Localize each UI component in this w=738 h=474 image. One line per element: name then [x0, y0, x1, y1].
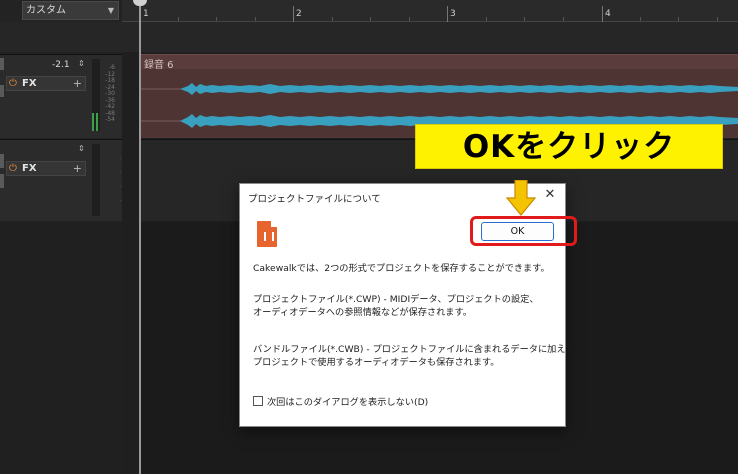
clip-title: 録音 6 [144, 60, 174, 71]
level-meter-right [96, 113, 98, 131]
ruler-mark: 2 [296, 9, 302, 19]
cakewalk-file-icon [257, 221, 277, 247]
track-pane: カスタム ▼ -2.1 ⇕ ⏻ FX + -6 -12 -18 -24 -30 [0, 0, 122, 474]
track-tab[interactable] [0, 174, 4, 188]
waveform-left [140, 73, 738, 105]
updown-icon[interactable]: ⇕ [78, 59, 85, 68]
power-icon[interactable]: ⏻ [9, 162, 17, 175]
chevron-down-icon: ▼ [107, 6, 114, 15]
ruler-tick [293, 6, 294, 22]
fx-bin[interactable]: ⏻ FX + [6, 76, 86, 91]
instruction-callout: OKをクリック [415, 124, 723, 169]
preset-label: カスタム [26, 5, 66, 16]
add-fx-icon[interactable]: + [73, 162, 82, 175]
track-tab[interactable] [0, 154, 4, 168]
dont-show-again-row[interactable]: 次回はこのダイアログを表示しない(D) [253, 394, 428, 408]
dont-show-again-label[interactable]: 次回はこのダイアログを表示しない(D) [267, 397, 428, 408]
updown-icon[interactable]: ⇕ [78, 144, 85, 153]
ruler-minor-tick [563, 17, 564, 21]
ruler-minor-tick [524, 17, 525, 21]
ruler-minor-tick [178, 17, 179, 21]
track-tab[interactable] [0, 58, 4, 70]
track-volume-value[interactable]: -2.1 [52, 60, 70, 70]
ruler-tick [447, 6, 448, 22]
fx-label: FX [22, 78, 37, 89]
ruler-tick [602, 6, 603, 22]
cwb-description-line1: バンドルファイル(*.CWB) - プロジェクトファイルに含まれるデータに加えて [253, 344, 575, 355]
waveform-left-graphic [140, 83, 738, 95]
ruler-minor-tick [486, 17, 487, 21]
add-fx-icon[interactable]: + [73, 77, 82, 90]
ok-highlight-box [470, 216, 577, 246]
power-icon[interactable]: ⏻ [9, 77, 17, 90]
time-ruler[interactable]: 1 2 3 4 [122, 0, 738, 22]
ruler-minor-tick [640, 17, 641, 21]
track-pane-empty [0, 222, 122, 474]
ruler-minor-tick [717, 17, 718, 21]
track-header-1[interactable]: -2.1 ⇕ ⏻ FX + -6 -12 -18 -24 -30 -36 -42… [0, 54, 122, 138]
close-icon[interactable]: ✕ [542, 187, 558, 203]
ruler-minor-tick [678, 17, 679, 21]
cwp-description-line2: オーディオデータへの参照情報などが保存されます。 [253, 307, 472, 318]
meter-panel [92, 144, 100, 216]
cwp-description-line1: プロジェクトファイル(*.CWP) - MIDIデータ、プロジェクトの設定、 [253, 294, 539, 305]
fx-bin[interactable]: ⏻ FX + [6, 161, 86, 176]
track-header-2[interactable]: ⇕ ⏻ FX + [0, 139, 122, 221]
ruler-minor-tick [332, 17, 333, 21]
ruler-mark: 4 [605, 9, 611, 19]
lane-header-strip [122, 22, 738, 52]
cwb-description-line2: プロジェクトで使用するオーディオデータも保存されます。 [253, 357, 500, 368]
fx-label: FX [22, 163, 37, 174]
ruler-minor-tick [216, 17, 217, 21]
ruler-minor-tick [255, 17, 256, 21]
down-arrow-icon [506, 180, 536, 216]
ruler-mark: 1 [143, 9, 149, 19]
ruler-minor-tick [370, 17, 371, 21]
ruler-minor-tick [409, 17, 410, 21]
dialog-intro-text: Cakewalkでは、2つの形式でプロジェクトを保存することができます。 [253, 263, 550, 274]
meter-scale-label: -54 [105, 116, 115, 123]
level-meter-left [92, 113, 94, 131]
track-tab[interactable] [0, 85, 4, 97]
workspace-preset-select[interactable]: カスタム ▼ [22, 1, 119, 20]
track-pane-header [0, 22, 122, 52]
meter-scale: -6 -12 -18 -24 -30 -36 -42 -48 -54 [101, 64, 115, 124]
daw-window: カスタム ▼ -2.1 ⇕ ⏻ FX + -6 -12 -18 -24 -30 [0, 0, 738, 474]
dont-show-again-checkbox[interactable] [253, 396, 263, 406]
clip-header[interactable] [140, 55, 738, 69]
dialog-title: プロジェクトファイルについて [248, 194, 381, 205]
ruler-mark: 3 [450, 9, 456, 19]
now-time-marker[interactable] [139, 0, 141, 474]
